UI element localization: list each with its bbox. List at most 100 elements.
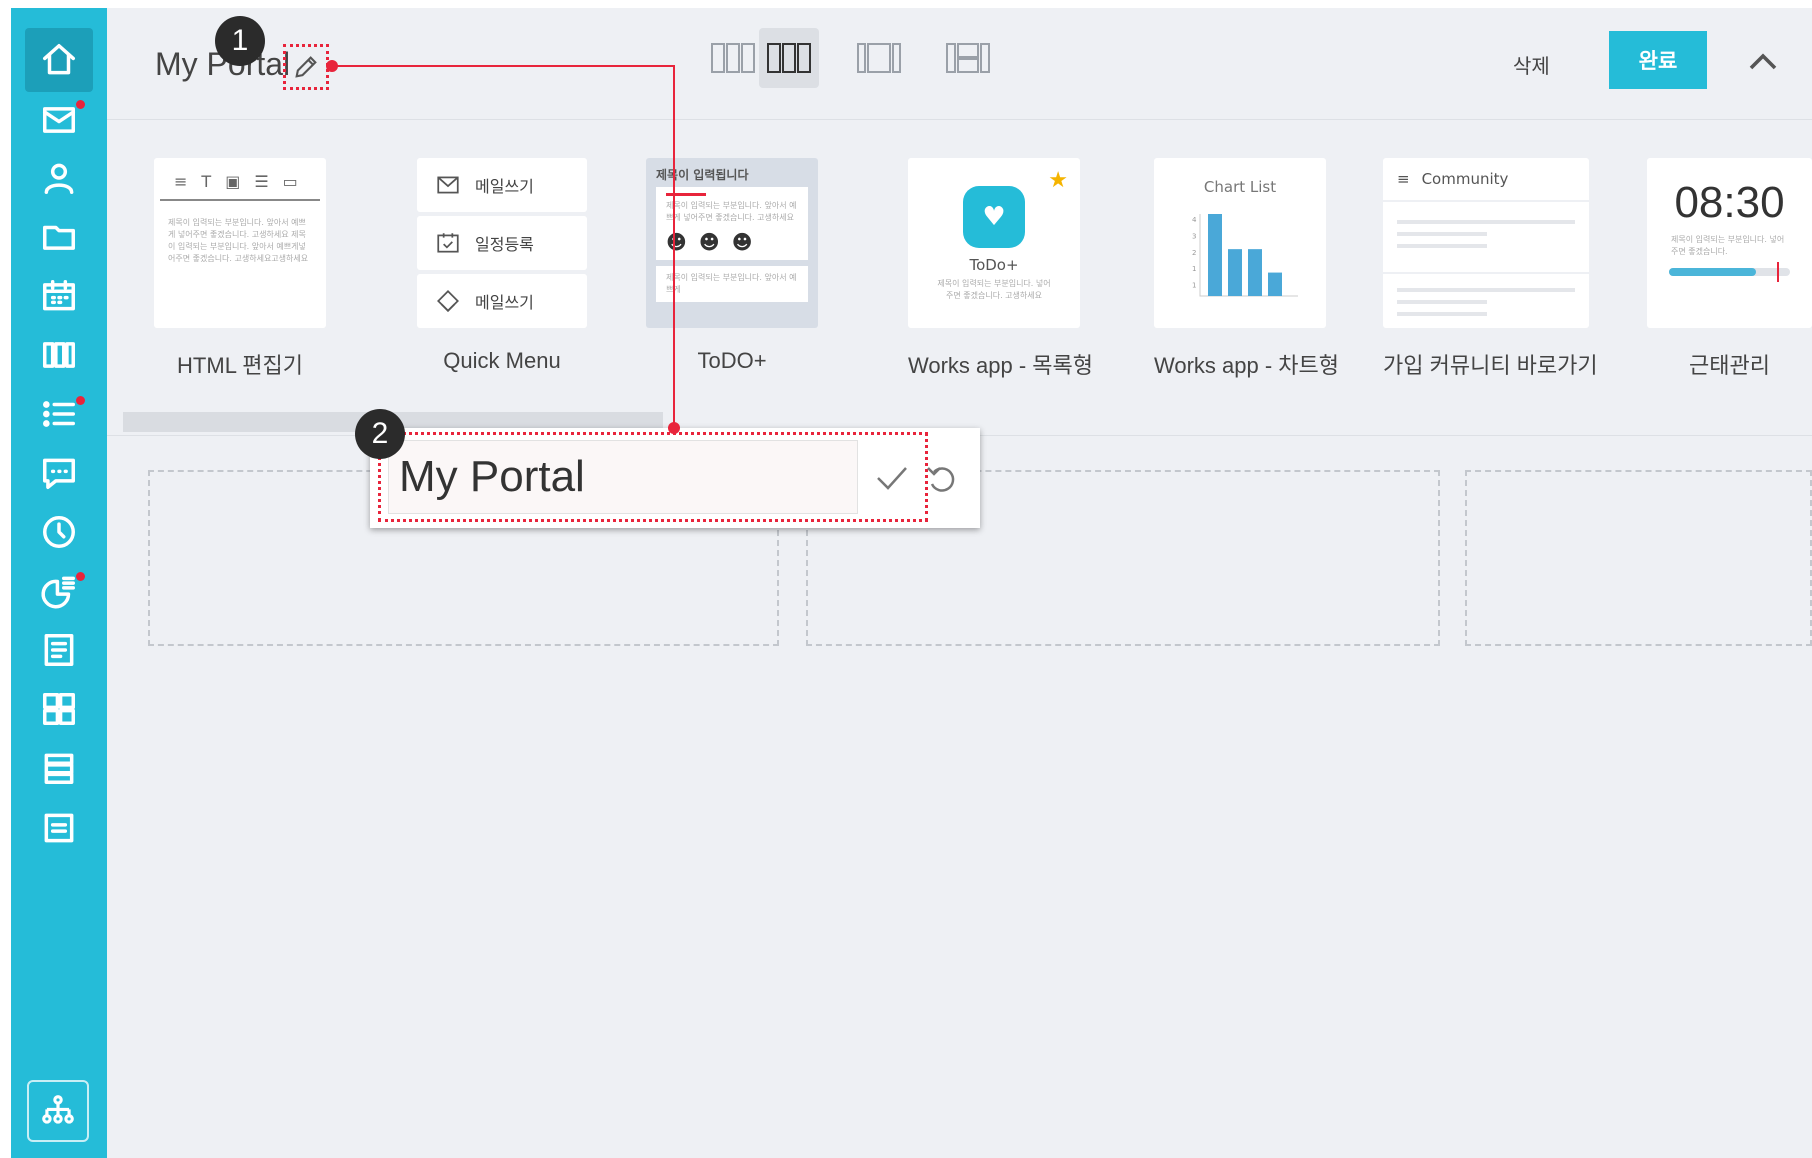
sidebar-item-tasks[interactable]: [25, 382, 93, 446]
mini-bar-chart: 4 3 2 1 1: [1192, 214, 1298, 297]
widget-label: Works app - 목록형: [908, 353, 1094, 378]
user-icon: [44, 163, 74, 194]
chevron-up-icon: [1749, 53, 1777, 70]
sidebar-item-attendance[interactable]: [25, 500, 93, 564]
avatar: ☻: [731, 230, 753, 254]
pencil-icon: [295, 56, 317, 78]
chart-tick-label: 1: [1192, 282, 1196, 290]
todo-progress: [666, 193, 706, 196]
sidebar-item-documents[interactable]: [25, 618, 93, 682]
undo-button[interactable]: [924, 458, 960, 498]
main-area: My Portal 1 삭제 완료 ≡ T ▣ ☰ ▭ 제목이 입력되는 부분입…: [107, 8, 1812, 1158]
star-icon: ★: [1048, 168, 1068, 193]
sidebar-item-reports[interactable]: [25, 559, 93, 623]
sidebar-item-calendar[interactable]: [25, 264, 93, 328]
attendance-progress-fill: [1669, 268, 1757, 276]
quick-menu-item: 메일쓰기: [417, 274, 587, 328]
widget-works-app-list[interactable]: ★ ♥ ToDo+ 제목이 입력되는 부분입니다. 넣어주면 좋겠습니다. 고생…: [908, 158, 1093, 380]
collapse-button[interactable]: [1745, 44, 1781, 80]
layout-option-2[interactable]: [759, 28, 819, 88]
home-icon: [43, 44, 75, 75]
widget-palette: ≡ T ▣ ☰ ▭ 제목이 입력되는 부분입니다. 앞아서 예쁘게 넣어주면 좋…: [107, 120, 1812, 436]
menu-icon: ≡: [1397, 170, 1410, 188]
widget-html-editor[interactable]: ≡ T ▣ ☰ ▭ 제목이 입력되는 부분입니다. 앞아서 예쁘게 넣어주면 좋…: [154, 158, 326, 380]
editor-preview-text: 제목이 입력되는 부분입니다. 앞아서 예쁘게 넣어주면 좋겠습니다. 고생하세…: [168, 218, 309, 263]
chart-tick-label: 2: [1192, 249, 1196, 257]
placeholder-line: [1397, 220, 1575, 224]
widget-card: 08:30 제목이 입력되는 부분입니다. 넣어주면 좋겠습니다.: [1647, 158, 1812, 328]
edit-title-button[interactable]: [283, 44, 329, 90]
done-button[interactable]: 완료: [1609, 31, 1707, 89]
widget-label: 가입 커뮤니티 바로가기: [1383, 353, 1598, 378]
chart-tick-label: 1: [1192, 265, 1196, 273]
chart-icon: [41, 576, 75, 609]
step-badge-1: 1: [215, 16, 265, 66]
sidebar-item-notes[interactable]: [25, 796, 93, 860]
document-icon: [44, 634, 74, 666]
reports-notification-dot: [76, 572, 85, 581]
chart-tick-label: 3: [1192, 232, 1196, 240]
grid-icon: [43, 693, 75, 725]
delete-button[interactable]: 삭제: [1513, 50, 1550, 79]
portal-toolbar: My Portal 1 삭제 완료: [107, 8, 1812, 120]
chat-icon: [43, 458, 75, 489]
confirm-button[interactable]: [872, 458, 912, 498]
attendance-clock: 08:30: [1674, 178, 1785, 227]
chart-bar: [1208, 214, 1222, 296]
widget-card: ★ ♥ ToDo+ 제목이 입력되는 부분입니다. 넣어주면 좋겠습니다. 고생…: [908, 158, 1080, 328]
widget-card: ≡ Community: [1383, 158, 1589, 328]
sidebar-item-board[interactable]: [25, 323, 93, 387]
widget-attendance[interactable]: 08:30 제목이 입력되는 부분입니다. 넣어주면 좋겠습니다. 근태관리: [1647, 158, 1812, 380]
chart-bar: [1268, 272, 1282, 296]
calendar-icon: [43, 280, 75, 311]
todo-item: 제목이 입력되는 부분입니다. 앞아서 예쁘게 넣어주면 좋겠습니다. 고생하세…: [656, 187, 808, 260]
sidebar-org-chart-button[interactable]: [27, 1080, 89, 1142]
calendar-check-icon: [437, 233, 459, 253]
portlet-column-3[interactable]: [1465, 470, 1812, 646]
sidebar-item-apps[interactable]: [25, 677, 93, 741]
attendance-marker: [1777, 262, 1779, 282]
placeholder-line: [1397, 312, 1487, 316]
sidebar-item-mail[interactable]: [25, 88, 93, 152]
placeholder-line: [1397, 288, 1575, 292]
list-icon: [43, 401, 75, 427]
widget-label: ToDO+: [697, 348, 767, 373]
widget-label: Works app - 차트형: [1154, 353, 1340, 378]
sidebar-item-files[interactable]: [25, 205, 93, 269]
layout-wide-center-icon: [857, 43, 901, 73]
quick-menu-preview: 메일쓰기 일정등록 메일쓰기: [417, 158, 587, 328]
widget-label: HTML 편집기: [177, 353, 303, 378]
table-icon: ▭: [282, 172, 298, 191]
sidebar-item-archive[interactable]: [25, 736, 93, 800]
editor-toolbar: ≡ T ▣ ☰ ▭: [160, 158, 320, 201]
attendance-progress: [1669, 262, 1790, 282]
todo-heading: 제목이 입력됩니다: [656, 168, 749, 182]
placeholder-line: [1397, 244, 1487, 248]
chart-tick-label: 4: [1192, 216, 1197, 224]
placeholder-line: [1397, 300, 1487, 304]
widget-card: 제목이 입력됩니다 제목이 입력되는 부분입니다. 앞아서 예쁘게 넣어주면 좋…: [646, 158, 818, 328]
community-heading: Community: [1421, 170, 1509, 188]
sidebar-item-home[interactable]: [25, 28, 93, 92]
chart-bar: [1228, 249, 1242, 296]
todo-item: 제목이 입력되는 부분입니다. 앞아서 예쁘게: [656, 266, 808, 302]
layers-icon: [437, 290, 459, 312]
layout-option-4[interactable]: [938, 28, 998, 88]
widget-works-app-chart[interactable]: Chart List 4 3 2 1 1 Works app - 차트형: [1154, 158, 1339, 380]
tasks-notification-dot: [76, 396, 85, 405]
widget-community[interactable]: ≡ Community 가입 커뮤니티 바로가기: [1383, 158, 1598, 380]
widget-card: ≡ T ▣ ☰ ▭ 제목이 입력되는 부분입니다. 앞아서 예쁘게 넣어주면 좋…: [154, 158, 326, 328]
clock-icon: [43, 516, 75, 548]
widget-todo[interactable]: 제목이 입력됩니다 제목이 입력되는 부분입니다. 앞아서 예쁘게 넣어주면 좋…: [646, 158, 818, 374]
image-icon: ▣: [225, 172, 241, 191]
sidebar-item-contacts[interactable]: [25, 146, 93, 210]
sidebar: [11, 8, 107, 1158]
widget-quick-menu[interactable]: 메일쓰기 일정등록 메일쓰기 Quick Menu: [417, 158, 587, 374]
sidebar-item-messenger[interactable]: [25, 441, 93, 505]
layout-option-3[interactable]: [849, 28, 909, 88]
highlight-outline: [378, 432, 928, 522]
note-icon: [44, 813, 74, 843]
layout-option-1[interactable]: [703, 28, 763, 88]
settings-icon: ☰: [254, 172, 269, 191]
mail-notification-dot: [76, 100, 85, 109]
